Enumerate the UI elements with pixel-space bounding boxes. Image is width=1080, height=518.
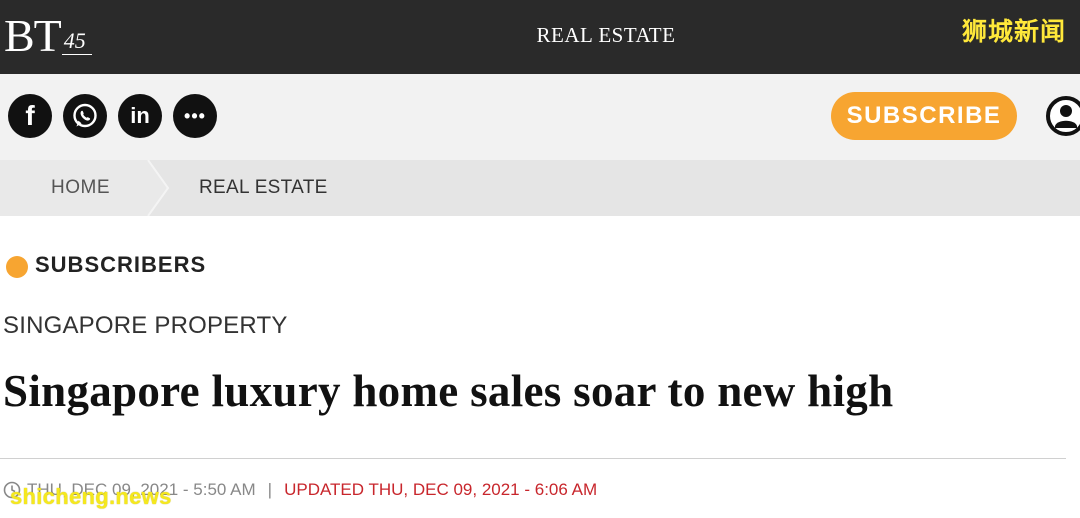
top-navbar: BT 45 REAL ESTATE 狮城新闻 <box>0 0 1080 74</box>
updated-date: UPDATED THU, DEC 09, 2021 - 6:06 AM <box>284 480 598 499</box>
article-category[interactable]: SINGAPORE PROPERTY <box>3 312 288 340</box>
linkedin-share-button[interactable]: in <box>118 94 162 138</box>
subscribers-badge: SUBSCRIBERS <box>35 252 207 277</box>
user-account-icon[interactable] <box>1044 94 1080 138</box>
section-title[interactable]: REAL ESTATE <box>0 22 1080 48</box>
whatsapp-icon <box>73 103 97 128</box>
more-icon: ••• <box>184 105 206 126</box>
watermark-top: 狮城新闻 <box>961 17 1066 46</box>
breadcrumb-separator-icon <box>146 160 170 216</box>
subscribe-button[interactable]: SUBSCRIBE <box>831 92 1017 140</box>
share-bar: f in ••• SUBSCRIBE <box>0 74 1080 160</box>
more-share-button[interactable]: ••• <box>173 94 217 138</box>
linkedin-icon: in <box>130 103 150 128</box>
meta-separator: | <box>267 480 273 499</box>
article-headline: Singapore luxury home sales soar to new … <box>3 366 894 416</box>
whatsapp-share-button[interactable] <box>63 94 107 138</box>
breadcrumb: HOME REAL ESTATE <box>0 160 1080 216</box>
divider <box>0 458 1066 459</box>
watermark-bottom: shicheng.news <box>10 484 172 509</box>
facebook-icon: f <box>25 100 35 131</box>
subscribers-dot-icon <box>6 256 28 278</box>
breadcrumb-home[interactable]: HOME <box>0 160 148 216</box>
facebook-share-button[interactable]: f <box>8 94 52 138</box>
breadcrumb-current[interactable]: REAL ESTATE <box>199 177 328 199</box>
breadcrumb-home-label: HOME <box>51 177 110 198</box>
